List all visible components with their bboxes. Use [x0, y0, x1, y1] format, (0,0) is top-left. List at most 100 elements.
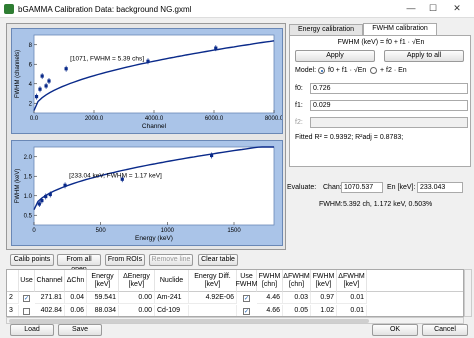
table-header[interactable]: ΔFWHM [chn]: [283, 270, 311, 292]
f1-label: f1:: [295, 102, 303, 109]
x-tick-label: 0: [32, 228, 36, 234]
table-header[interactable]: Channel: [35, 270, 65, 292]
denergy-cell[interactable]: 0.00: [119, 305, 155, 316]
fwhm-chn-cell[interactable]: 4.66: [257, 305, 283, 316]
dfwhm-kev-cell[interactable]: 0.01: [337, 305, 367, 316]
save-button[interactable]: Save: [58, 324, 102, 336]
app-icon: [4, 4, 14, 14]
data-point: [44, 84, 48, 88]
dfwhm-kev-cell[interactable]: 0.01: [337, 292, 367, 304]
table-header[interactable]: FWHM [keV]: [311, 270, 337, 292]
table-header[interactable]: ΔChn: [65, 270, 87, 292]
y-tick-label: 1.5: [24, 174, 33, 180]
table-horizontal-scrollbar[interactable]: [6, 317, 464, 324]
ok-button[interactable]: OK: [372, 324, 418, 336]
apply-to-all-button[interactable]: Apply to all: [384, 50, 464, 62]
f2-input: [310, 117, 468, 128]
y-tick-label: 0.5: [24, 213, 33, 219]
table-header[interactable]: Use FWHM: [236, 270, 257, 292]
y-axis-label: FWHM (keV): [15, 169, 21, 204]
y-tick-label: 8: [29, 43, 33, 49]
x-tick-label: 4000.0: [145, 116, 164, 122]
cancel-button[interactable]: Cancel: [422, 324, 468, 336]
channel-cell[interactable]: 271.81: [35, 292, 65, 304]
y-tick-label: 6: [29, 62, 33, 68]
channel-cell[interactable]: 402.84: [35, 305, 65, 316]
denergy-cell[interactable]: 0.00: [119, 292, 155, 304]
f1-input[interactable]: 0.029: [310, 100, 468, 111]
fwhm-kev-cell[interactable]: 1.02: [311, 305, 337, 316]
table-header[interactable]: Nuclide: [155, 270, 189, 292]
data-point: [40, 198, 44, 203]
data-point: [44, 194, 48, 199]
energy-input[interactable]: 233.043: [417, 182, 463, 193]
fwhm-energy-plot[interactable]: 2.0 1.5 1.0 0.5 0 500 1000 1500 Energy (keV) FWHM…: [11, 140, 283, 246]
fwhm-kev-cell[interactable]: 0.97: [311, 292, 337, 304]
energy-cell[interactable]: 88.034: [87, 305, 119, 316]
remove-line-button: Remove line: [149, 254, 193, 266]
data-point: [47, 79, 51, 83]
dchn-cell[interactable]: 0.06: [65, 305, 87, 316]
energy-diff-cell[interactable]: 4.92E-06: [189, 292, 237, 304]
fwhm-channel-plot[interactable]: 8 6 4 2 0.0 2000.0 4000.0 6000.0 8000.0 Channel FW…: [11, 28, 283, 134]
chan-input[interactable]: 1070.537: [341, 182, 383, 193]
energy-cell[interactable]: 59.541: [87, 292, 119, 304]
model-radio-linear[interactable]: [370, 67, 377, 74]
model-option-sqrt-label: f0 + f1 · √En: [328, 67, 367, 74]
table-vertical-scrollbar[interactable]: [464, 269, 472, 317]
table-header[interactable]: ΔFWHM [keV]: [337, 270, 367, 292]
table-header[interactable]: Energy [keV]: [87, 270, 119, 292]
model-label: Model:: [295, 67, 317, 74]
use-checkbox[interactable]: [23, 308, 30, 315]
chan-label: Chan:: [323, 184, 342, 191]
table-header[interactable]: FWHM [chn]: [257, 270, 283, 292]
model-radio-sqrt[interactable]: [318, 67, 325, 74]
apply-button[interactable]: Apply: [295, 50, 375, 62]
evaluate-label: Evaluate:: [287, 184, 317, 191]
from-rois-button[interactable]: From ROIs: [105, 254, 145, 266]
fwhm-calibration-tab-content: FWHM (keV) = f0 + f1 · √En Apply Apply t…: [289, 35, 471, 167]
calib-points-button[interactable]: Calib points: [10, 254, 54, 266]
from-all-open-button[interactable]: From all open: [57, 254, 101, 273]
calibration-settings-panel: Energy calibration FWHM calibration FWHM…: [287, 23, 471, 250]
use-checkbox[interactable]: ✓: [23, 295, 30, 302]
nuclide-cell[interactable]: Cd-109: [155, 305, 189, 316]
plot-background: [33, 146, 275, 226]
table-header[interactable]: Energy Diff. [keV]: [189, 270, 237, 292]
tab-energy-calibration[interactable]: Energy calibration: [289, 24, 363, 35]
clear-table-button[interactable]: Clear table: [198, 254, 238, 266]
model-option-linear-label: + f2 · En: [380, 67, 407, 74]
data-point: [34, 94, 39, 99]
table-header-filler: [367, 270, 463, 292]
fwhm-energy-chart[interactable]: 2.0 1.5 1.0 0.5 0 500 1000 1500 Energy (keV) FWHM…: [12, 141, 282, 245]
energy-diff-cell[interactable]: [189, 305, 237, 316]
nuclide-cell[interactable]: Am-241: [155, 292, 189, 304]
row-number: 2: [7, 292, 19, 304]
row-number: 3: [7, 305, 19, 316]
cursor-annotation: [1071, FWHM = 5.39 chs]: [70, 56, 144, 63]
dchn-cell[interactable]: 0.04: [65, 292, 87, 304]
calibration-window: 8 6 4 2 0.0 2000.0 4000.0 6000.0 8000.0 Channel FW…: [0, 18, 474, 338]
fwhm-chn-cell[interactable]: 4.46: [257, 292, 283, 304]
table-header[interactable]: ΔEnergy [keV]: [119, 270, 155, 292]
use-fwhm-checkbox[interactable]: ✓: [243, 295, 250, 302]
fwhm-channel-chart[interactable]: 8 6 4 2 0.0 2000.0 4000.0 6000.0 8000.0 Channel FW…: [12, 29, 282, 133]
f0-input[interactable]: 0.726: [310, 83, 468, 94]
dfwhm-chn-cell[interactable]: 0.05: [283, 305, 311, 316]
table-header[interactable]: Use: [19, 270, 35, 292]
use-fwhm-checkbox[interactable]: ✓: [243, 308, 250, 315]
plots-panel: 8 6 4 2 0.0 2000.0 4000.0 6000.0 8000.0 Channel FW…: [6, 23, 286, 250]
close-button[interactable]: ✕: [448, 2, 466, 15]
minimize-button[interactable]: —: [402, 2, 420, 15]
load-button[interactable]: Load: [10, 324, 54, 336]
x-tick-label: 500: [96, 228, 107, 234]
x-axis-label: Channel: [142, 123, 167, 130]
dfwhm-chn-cell[interactable]: 0.03: [283, 292, 311, 304]
scrollbar-thumb[interactable]: [9, 319, 369, 323]
x-tick-label: 1000: [161, 228, 175, 234]
fit-statistics: Fitted R² = 0.9392; R²adj = 0.8783;: [295, 134, 404, 141]
y-tick-label: 2: [29, 101, 33, 107]
tab-fwhm-calibration[interactable]: FWHM calibration: [363, 23, 437, 35]
fwhm-eval-value: 5.392 ch, 1.172 keV, 0.503%: [343, 201, 433, 208]
maximize-button[interactable]: ☐: [424, 2, 442, 15]
